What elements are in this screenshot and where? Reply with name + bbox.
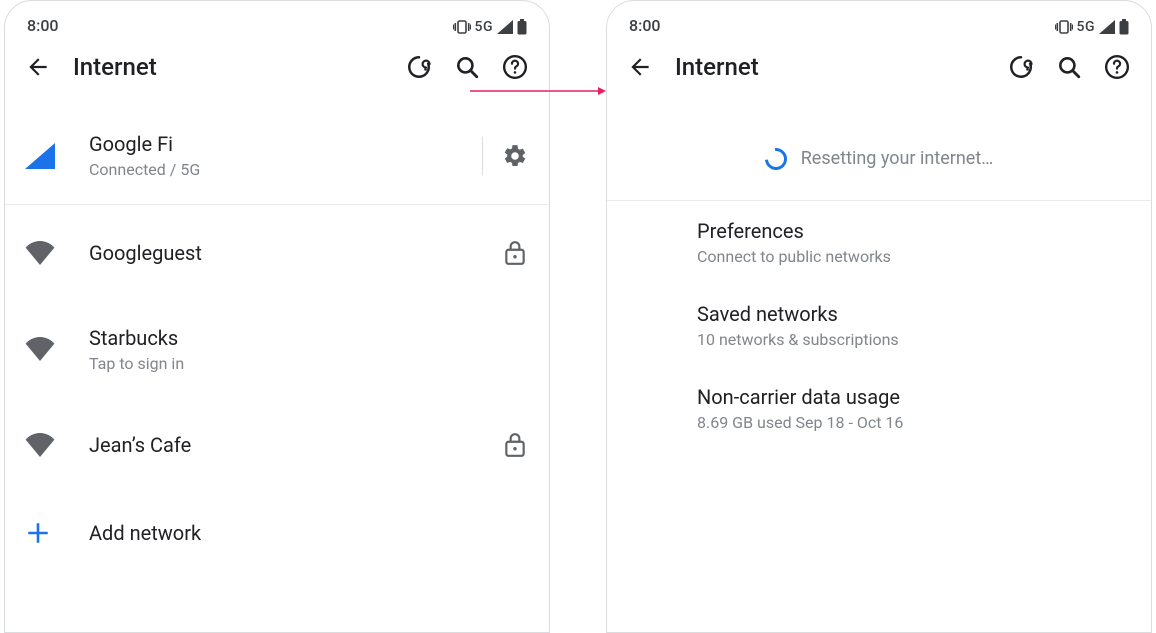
battery-icon (1119, 19, 1129, 35)
phone-screen-after: 8:00 5G Internet (606, 0, 1152, 633)
carrier-signal-icon (25, 143, 89, 169)
wifi-sub: Tap to sign in (89, 354, 501, 373)
app-bar: Internet (5, 37, 549, 97)
carrier-name: Google Fi (89, 132, 464, 156)
wifi-icon (25, 433, 89, 457)
preferences-row[interactable]: Preferences Connect to public networks (607, 201, 1151, 284)
divider (482, 137, 483, 175)
resetting-label: Resetting your internet… (801, 148, 994, 169)
resetting-banner: Resetting your internet… (607, 117, 1151, 201)
reset-connectivity-button[interactable] (405, 53, 433, 81)
wifi-network-row[interactable]: Starbucks Tap to sign in (5, 301, 549, 397)
status-network-label: 5G (1077, 19, 1096, 35)
wifi-icon (25, 337, 89, 361)
status-bar: 8:00 5G (607, 1, 1151, 37)
vibrate-icon (1055, 20, 1073, 34)
pref-title: Preferences (697, 219, 1131, 243)
status-indicators: 5G (453, 19, 528, 35)
wifi-network-row[interactable]: Jean’s Cafe (5, 397, 549, 493)
status-time: 8:00 (27, 16, 59, 35)
wifi-name: Jean’s Cafe (89, 433, 501, 457)
lock-icon (501, 240, 529, 266)
carrier-status: Connected / 5G (89, 160, 464, 179)
back-button[interactable] (25, 54, 69, 80)
pref-sub: 8.69 GB used Sep 18 - Oct 16 (697, 413, 1131, 432)
pref-title: Saved networks (697, 302, 1131, 326)
status-time: 8:00 (629, 16, 661, 35)
status-bar: 8:00 5G (5, 1, 549, 37)
search-button[interactable] (453, 53, 481, 81)
wifi-name: Starbucks (89, 326, 501, 350)
carrier-settings-button[interactable] (501, 143, 529, 169)
pref-title: Non-carrier data usage (697, 385, 1131, 409)
vibrate-icon (453, 20, 471, 34)
page-title: Internet (73, 53, 157, 81)
app-bar: Internet (607, 37, 1151, 97)
spinner-icon (760, 143, 791, 174)
status-indicators: 5G (1055, 19, 1130, 35)
pref-sub: 10 networks & subscriptions (697, 330, 1131, 349)
add-network-label: Add network (89, 521, 201, 545)
phone-screen-before: 8:00 5G Internet (4, 0, 550, 633)
pref-sub: Connect to public networks (697, 247, 1131, 266)
signal-icon (497, 20, 513, 34)
help-button[interactable] (501, 53, 529, 81)
battery-icon (517, 19, 527, 35)
signal-icon (1099, 20, 1115, 34)
saved-networks-row[interactable]: Saved networks 10 networks & subscriptio… (607, 284, 1151, 367)
status-network-label: 5G (475, 19, 494, 35)
add-network-row[interactable]: Add network (5, 493, 549, 573)
carrier-row[interactable]: Google Fi Connected / 5G (5, 107, 549, 205)
wifi-name: Googleguest (89, 241, 501, 265)
reset-connectivity-button[interactable] (1007, 53, 1035, 81)
wifi-icon (25, 241, 89, 265)
page-title: Internet (675, 53, 759, 81)
lock-icon (501, 432, 529, 458)
help-button[interactable] (1103, 53, 1131, 81)
wifi-network-row[interactable]: Googleguest (5, 205, 549, 301)
plus-icon (25, 520, 89, 546)
data-usage-row[interactable]: Non-carrier data usage 8.69 GB used Sep … (607, 367, 1151, 450)
search-button[interactable] (1055, 53, 1083, 81)
back-button[interactable] (627, 54, 671, 80)
